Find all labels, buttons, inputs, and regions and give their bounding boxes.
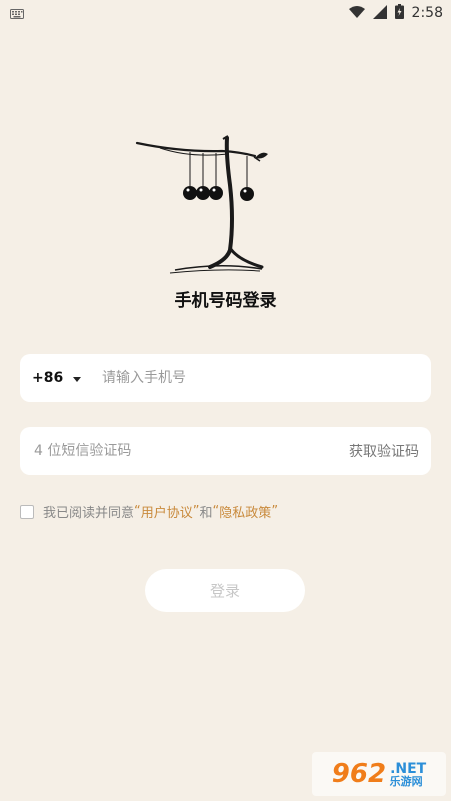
- country-code: +86: [32, 370, 64, 386]
- quote-open-1: “: [134, 504, 141, 519]
- watermark-site: 乐游网: [389, 774, 423, 788]
- status-time: 2:58: [411, 5, 443, 21]
- country-code-selector[interactable]: +86: [20, 370, 100, 386]
- signal-icon: [372, 4, 387, 23]
- status-right: 2:58: [348, 3, 443, 23]
- agreement-prefix: 我已阅读并同意: [43, 506, 135, 521]
- battery-charging-icon: [394, 3, 404, 23]
- phone-input[interactable]: [100, 369, 431, 387]
- quote-close-1: ”: [192, 504, 200, 519]
- watermark-net: .NET: [390, 760, 427, 777]
- agree-checkbox[interactable]: [20, 504, 34, 519]
- watermark-text: .NET 乐游网: [386, 760, 427, 788]
- code-input[interactable]: [32, 442, 236, 460]
- agreement-row: 我已阅读并同意 “用户协议” 和 “隐私政策”: [20, 502, 278, 521]
- site-watermark: 962 .NET 乐游网: [312, 752, 446, 796]
- status-left: [10, 4, 24, 23]
- login-button[interactable]: 登录: [145, 569, 305, 612]
- wifi-icon: [348, 4, 365, 23]
- quote-open-2: “: [212, 504, 220, 519]
- keyboard-icon: [10, 4, 24, 23]
- get-code-button[interactable]: 获取验证码: [349, 441, 419, 461]
- code-field: 获取验证码: [20, 427, 431, 475]
- watermark-number: 962: [331, 759, 387, 789]
- user-agreement-link[interactable]: 用户协议: [141, 502, 193, 521]
- agreement-and: 和: [199, 506, 213, 521]
- page-title: 手机号码登录: [174, 291, 277, 311]
- phone-field: +86: [20, 354, 431, 402]
- quote-close-2: ”: [271, 504, 279, 519]
- caret-down-icon: [73, 370, 82, 386]
- privacy-policy-link[interactable]: 隐私政策: [219, 502, 271, 521]
- app-logo: [130, 130, 270, 280]
- status-bar: 2:58: [0, 0, 451, 26]
